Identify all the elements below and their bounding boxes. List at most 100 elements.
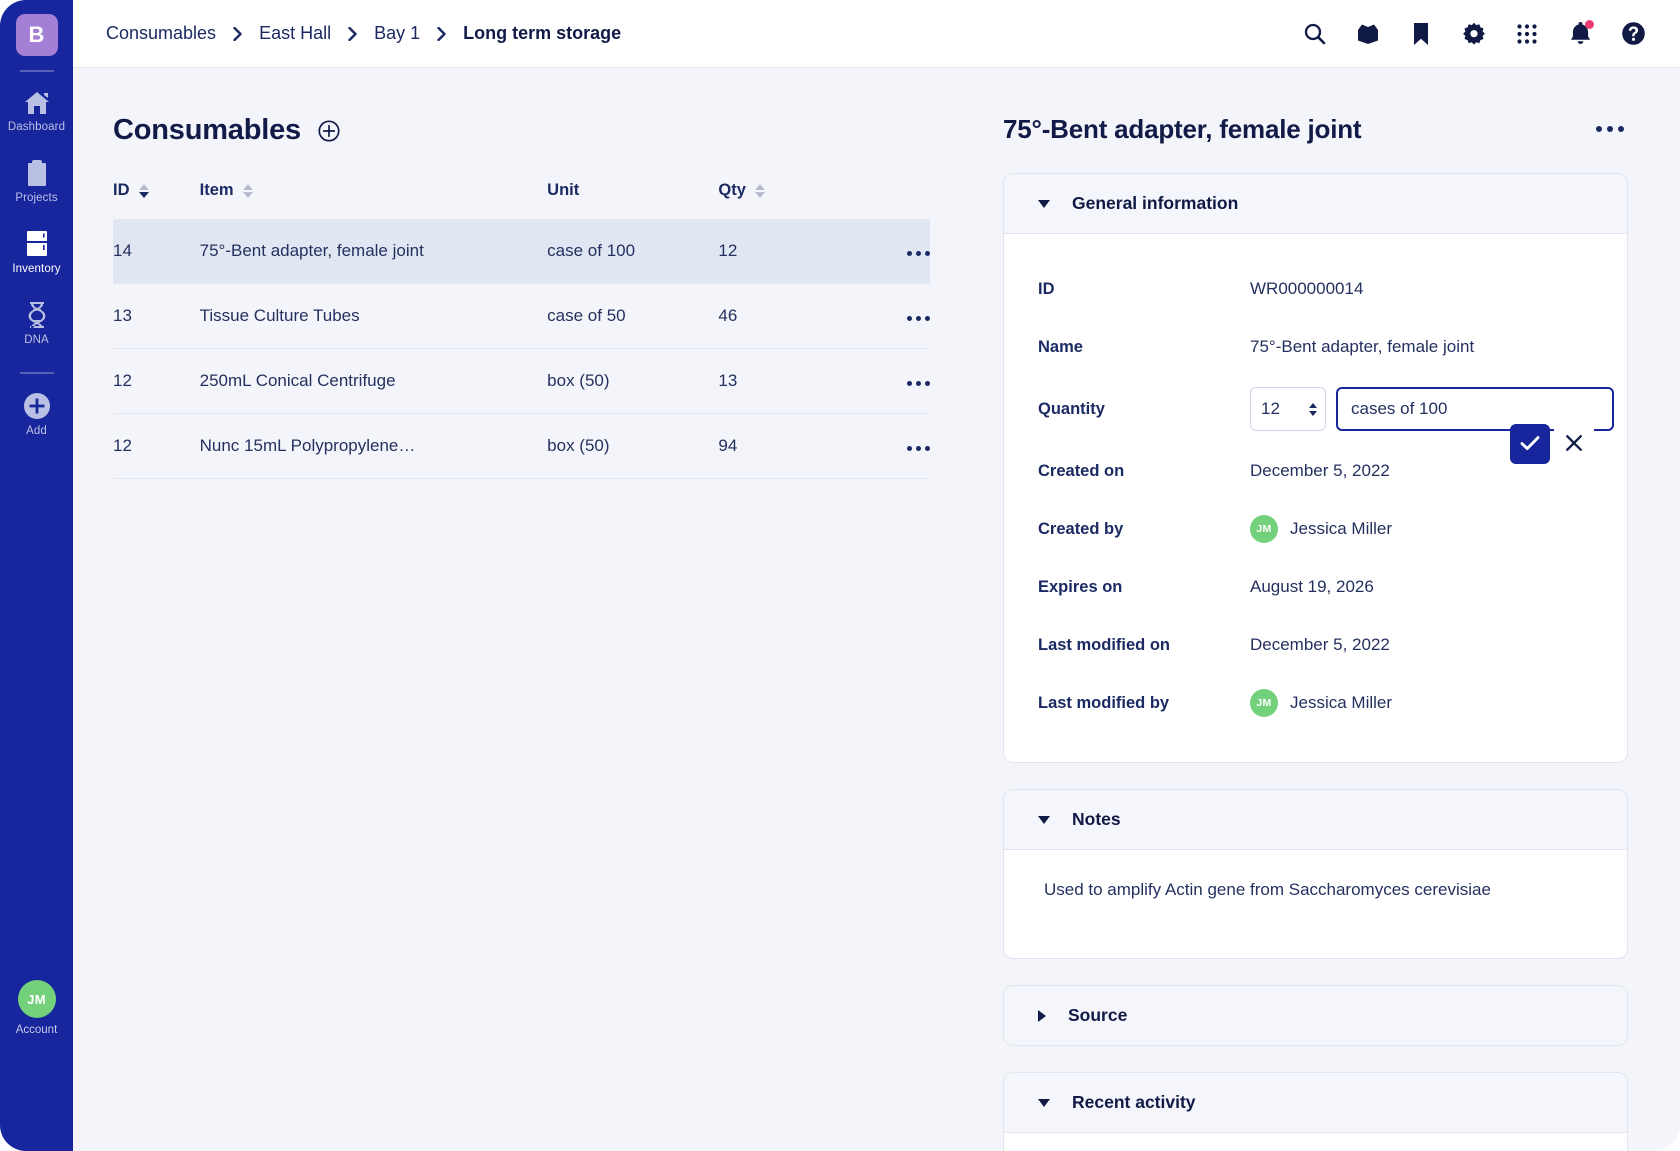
- sort-icon-item[interactable]: [242, 183, 253, 198]
- card-header-notes[interactable]: Notes: [1004, 790, 1627, 850]
- content: Consumables ID Item Unit Qty 14 75°-Bent…: [73, 68, 1680, 1151]
- cell-qty: 46: [718, 283, 840, 349]
- avatar: JM: [1250, 515, 1278, 543]
- row-menu-icon[interactable]: [907, 316, 930, 321]
- open-box-icon[interactable]: [1355, 21, 1381, 47]
- sidebar-account[interactable]: JM Account: [0, 980, 73, 1036]
- topbar-icons: [1302, 19, 1646, 47]
- sidebar: B Dashboard Projects Inventory DNA Add J…: [0, 0, 73, 1151]
- cell-id: 13: [113, 283, 200, 349]
- card-source: Source: [1003, 985, 1628, 1046]
- bookmark-icon[interactable]: [1408, 21, 1434, 47]
- breadcrumb-item-bay-1[interactable]: Bay 1: [374, 23, 420, 44]
- chevron-right-icon: [1038, 1009, 1046, 1022]
- sidebar-item-inventory[interactable]: Inventory: [0, 230, 73, 275]
- cell-unit: box (50): [547, 348, 719, 414]
- field-value-expires-on: August 19, 2026: [1250, 577, 1374, 596]
- field-name: Name 75°-Bent adapter, female joint: [1038, 318, 1593, 376]
- sidebar-item-dna[interactable]: DNA: [0, 301, 73, 346]
- detail-pane: 75°-Bent adapter, female joint General i…: [978, 68, 1680, 1151]
- help-circle-icon[interactable]: [1620, 21, 1646, 47]
- field-label-name: Name: [1038, 337, 1083, 356]
- last-modified-by-name: Jessica Miller: [1290, 693, 1393, 712]
- field-label-quantity: Quantity: [1038, 399, 1105, 418]
- quantity-stepper[interactable]: [1250, 387, 1326, 431]
- field-value-created-on: December 5, 2022: [1250, 461, 1390, 480]
- app-window: B Dashboard Projects Inventory DNA Add J…: [0, 0, 1680, 1151]
- column-label-id: ID: [113, 181, 130, 199]
- table-row[interactable]: 12 Nunc 15mL Polypropylene… box (50) 94: [113, 413, 930, 479]
- card-header-source[interactable]: Source: [1004, 986, 1627, 1045]
- cell-actions: [839, 413, 930, 479]
- card-title-general-information: General information: [1072, 193, 1239, 213]
- row-menu-icon[interactable]: [907, 251, 930, 256]
- column-header-item[interactable]: Item: [200, 181, 548, 219]
- bell-icon[interactable]: [1567, 19, 1594, 47]
- card-header-general-information[interactable]: General information: [1004, 174, 1627, 234]
- field-id: ID WR000000014: [1038, 260, 1593, 318]
- column-header-qty[interactable]: Qty: [718, 181, 839, 219]
- chevron-up-icon[interactable]: [1309, 402, 1317, 408]
- column-header-id[interactable]: ID: [113, 181, 200, 219]
- sidebar-item-projects[interactable]: Projects: [0, 159, 73, 204]
- field-label-id: ID: [1038, 279, 1055, 298]
- field-quantity: Quantity: [1038, 376, 1614, 464]
- field-label-last-modified-by: Last modified by: [1038, 693, 1170, 712]
- apps-grid-icon[interactable]: [1514, 21, 1540, 47]
- clipboard-icon: [25, 159, 49, 187]
- breadcrumb-item-east-hall[interactable]: East Hall: [259, 23, 331, 44]
- breadcrumb-item-long-term-storage[interactable]: Long term storage: [463, 23, 621, 44]
- row-menu-icon[interactable]: [907, 381, 930, 386]
- sort-icon-id[interactable]: [138, 183, 149, 198]
- card-notes: Notes Used to amplify Actin gene from Sa…: [1003, 789, 1628, 959]
- column-label-unit: Unit: [547, 181, 580, 199]
- field-label-created-by: Created by: [1038, 519, 1124, 538]
- stepper-arrows[interactable]: [1309, 402, 1317, 416]
- card-header-recent-activity[interactable]: Recent activity: [1004, 1073, 1627, 1133]
- card-title-notes: Notes: [1072, 809, 1121, 829]
- cell-qty: 12: [718, 219, 840, 284]
- cell-qty: 13: [718, 348, 840, 414]
- cell-id: 12: [113, 348, 200, 414]
- app-logo[interactable]: B: [15, 14, 58, 56]
- table-row[interactable]: 13 Tissue Culture Tubes case of 50 46: [113, 283, 930, 349]
- sidebar-label-projects: Projects: [15, 192, 58, 204]
- gear-icon[interactable]: [1461, 21, 1487, 47]
- search-icon[interactable]: [1302, 21, 1328, 47]
- created-by-name: Jessica Miller: [1290, 519, 1393, 538]
- cell-id: 14: [113, 219, 200, 284]
- chevron-down-icon: [1038, 1098, 1050, 1107]
- row-menu-icon[interactable]: [907, 446, 930, 451]
- cell-item: 75°-Bent adapter, female joint: [199, 219, 548, 284]
- column-label-qty: Qty: [718, 181, 746, 199]
- sidebar-label-dna: DNA: [24, 334, 49, 346]
- field-expires-on: Expires on August 19, 2026: [1038, 558, 1593, 616]
- chevron-down-icon: [1038, 815, 1050, 824]
- list-pane: Consumables ID Item Unit Qty 14 75°-Bent…: [73, 68, 978, 1151]
- field-created-on: Created on December 5, 2022: [1038, 442, 1593, 500]
- table-row[interactable]: 12 250mL Conical Centrifuge box (50) 13: [113, 348, 930, 414]
- chevron-down-icon[interactable]: [1309, 410, 1317, 416]
- breadcrumb-separator: [437, 26, 446, 41]
- table-row[interactable]: 14 75°-Bent adapter, female joint case o…: [113, 219, 930, 284]
- breadcrumb-item-consumables[interactable]: Consumables: [106, 23, 216, 44]
- plus-circle-icon: [23, 392, 51, 420]
- field-label-expires-on: Expires on: [1038, 577, 1123, 596]
- plus-circle-icon[interactable]: [318, 119, 340, 142]
- sort-icon-qty[interactable]: [754, 183, 765, 198]
- account-avatar[interactable]: JM: [17, 980, 56, 1018]
- field-value-name: 75°-Bent adapter, female joint: [1250, 337, 1475, 356]
- quantity-amount-input[interactable]: [1261, 399, 1297, 419]
- field-label-created-on: Created on: [1038, 461, 1125, 480]
- sidebar-item-add[interactable]: Add: [0, 392, 73, 437]
- sidebar-item-dashboard[interactable]: Dashboard: [0, 90, 73, 133]
- list-header: Consumables: [113, 114, 930, 147]
- fridge-icon: [25, 230, 49, 258]
- cell-actions: [839, 283, 930, 349]
- column-label-item: Item: [199, 181, 234, 199]
- column-header-unit[interactable]: Unit: [547, 181, 718, 219]
- cell-unit: case of 100: [547, 219, 719, 284]
- detail-menu-icon[interactable]: [1596, 114, 1624, 132]
- sidebar-divider-bottom: [19, 372, 54, 374]
- dna-icon: [24, 301, 50, 329]
